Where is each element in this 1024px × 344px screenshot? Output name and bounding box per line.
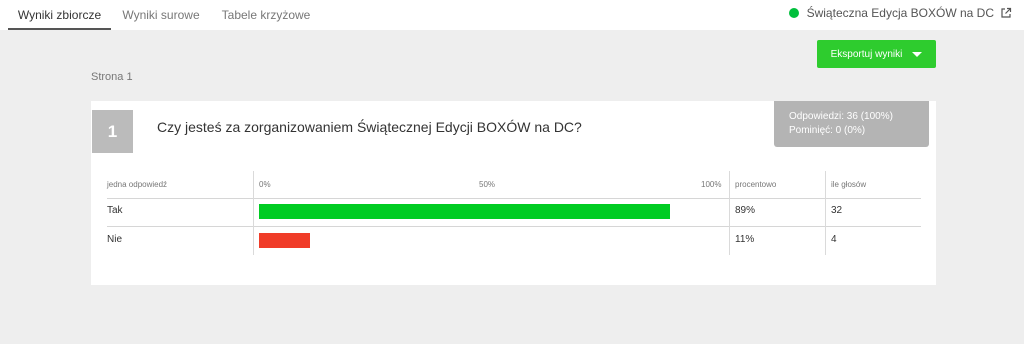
header-scale-min: 0% bbox=[259, 180, 271, 189]
header-votes: ile głosów bbox=[831, 180, 867, 189]
tab-wyniki-surowe[interactable]: Wyniki surowe bbox=[116, 0, 206, 30]
row-percent-tak: 89% bbox=[735, 205, 756, 216]
question-stats-badge: Odpowiedzi: 36 (100%) Pominięć: 0 (0%) bbox=[774, 101, 929, 147]
header-answer: jedna odpowiedź bbox=[107, 180, 168, 189]
header-scale-mid: 50% bbox=[479, 180, 496, 189]
row-label-nie: Nie bbox=[107, 234, 123, 245]
row-divider bbox=[107, 226, 921, 227]
tab-wyniki-zbiorcze[interactable]: Wyniki zbiorcze bbox=[8, 0, 111, 30]
question-text: Czy jesteś za zorganizowaniem Świąteczne… bbox=[157, 119, 582, 135]
header-percent: procentowo bbox=[735, 180, 777, 189]
row-votes-nie: 4 bbox=[831, 234, 837, 245]
external-link-icon bbox=[1001, 7, 1012, 18]
skipped-count: Pominięć: 0 (0%) bbox=[789, 125, 866, 136]
answered-count: Odpowiedzi: 36 (100%) bbox=[789, 111, 893, 122]
bar-tak bbox=[259, 204, 670, 219]
bar-nie bbox=[259, 233, 310, 248]
survey-link[interactable]: Świąteczna Edycja BOXÓW na DC bbox=[788, 0, 1012, 26]
question-card: 1 Czy jesteś za zorganizowaniem Świątecz… bbox=[91, 101, 936, 285]
top-bar: Wyniki zbiorcze Wyniki surowe Tabele krz… bbox=[0, 0, 1024, 30]
row-votes-tak: 32 bbox=[831, 205, 843, 216]
row-percent-nie: 11% bbox=[735, 234, 755, 245]
status-dot-icon bbox=[788, 8, 799, 18]
column-divider bbox=[729, 171, 730, 255]
tab-tabele-krzyzowe[interactable]: Tabele krzyżowe bbox=[216, 0, 316, 30]
question-number: 1 bbox=[92, 110, 133, 153]
export-results-button[interactable]: Eksportuj wyniki bbox=[817, 40, 936, 68]
chevron-down-icon bbox=[912, 51, 923, 57]
header-divider bbox=[107, 198, 921, 199]
page-label: Strona 1 bbox=[91, 71, 133, 83]
survey-title: Świąteczna Edycja BOXÓW na DC bbox=[806, 6, 994, 20]
column-divider bbox=[825, 171, 826, 255]
export-button-label: Eksportuj wyniki bbox=[830, 48, 903, 60]
row-label-tak: Tak bbox=[107, 205, 123, 216]
column-divider bbox=[253, 171, 254, 255]
header-scale-max: 100% bbox=[701, 180, 722, 189]
